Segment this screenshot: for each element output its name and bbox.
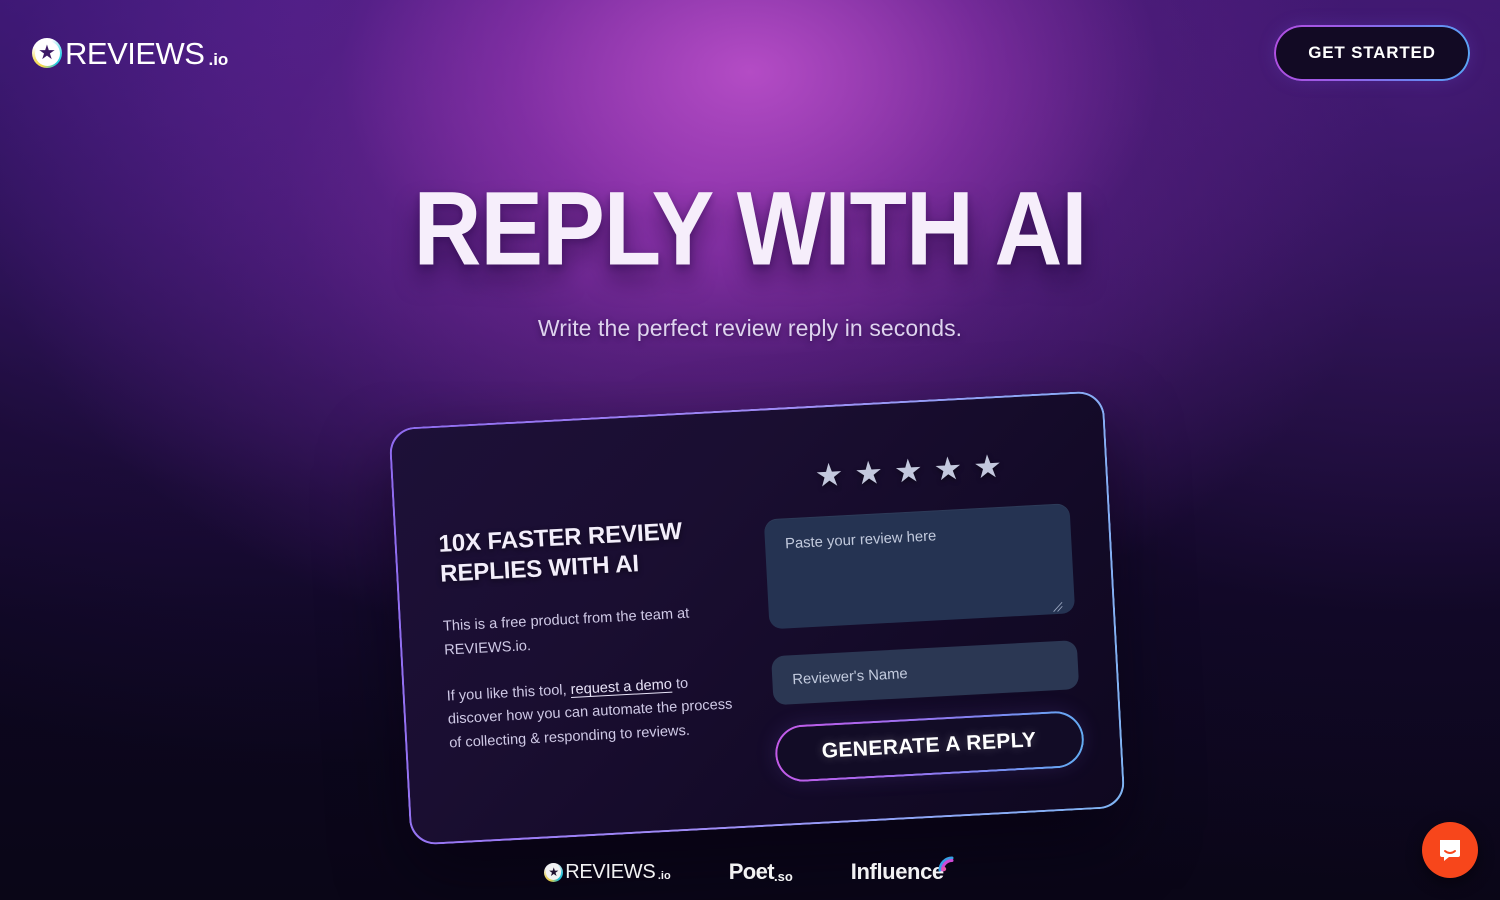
footer-influence-logo[interactable]: Influence [850, 856, 956, 884]
chat-launcher-button[interactable] [1422, 822, 1478, 878]
footer-logo-tld: .io [657, 870, 671, 882]
card-content: 10X FASTER REVIEW REPLIES WITH AI This i… [388, 390, 1125, 846]
review-textarea-wrapper [763, 503, 1076, 634]
star-icon[interactable]: ★ [853, 454, 884, 491]
star-icon[interactable]: ★ [972, 448, 1003, 485]
footer-logo-word: REVIEWS [565, 861, 656, 883]
intercom-chat-icon [1440, 840, 1460, 861]
page-title: REPLY WITH AI [413, 169, 1088, 287]
card-right-column: ★ ★ ★ ★ ★ GENERATE A REPLY [742, 426, 1090, 797]
footer-logo-tld: .so [773, 868, 793, 884]
reviewer-name-input[interactable] [771, 640, 1080, 706]
reviews-io-logo[interactable]: ★ REVIEWS .io [32, 38, 228, 69]
star-icon: ★ [38, 41, 56, 64]
page-subtitle: Write the perfect review reply in second… [537, 315, 963, 341]
card-paragraph-one: This is a free product from the team at … [442, 606, 690, 659]
reply-tool-card: 10X FASTER REVIEW REPLIES WITH AI This i… [388, 390, 1126, 846]
star-badge-icon: ★ [544, 862, 564, 882]
page-root: ★ REVIEWS .io GET STARTED REPLY WITH AI … [0, 0, 1500, 900]
request-a-demo-link[interactable]: request a demo [570, 676, 672, 697]
hero-section: REPLY WITH AI Write the perfect review r… [0, 169, 1500, 342]
card-left-column: 10X FASTER REVIEW REPLIES WITH AI This i… [434, 444, 744, 813]
get-started-button[interactable]: GET STARTED [1276, 27, 1468, 79]
footer-logo-word: Poet [728, 859, 775, 884]
generate-reply-button[interactable]: GENERATE A REPLY [774, 710, 1084, 782]
star-icon[interactable]: ★ [933, 450, 964, 487]
generate-reply-label: GENERATE A REPLY [821, 728, 1037, 763]
get-started-label: GET STARTED [1308, 43, 1436, 62]
influence-swoosh-icon [936, 854, 956, 874]
logo-wordmark: REVIEWS [65, 35, 205, 71]
star-rating[interactable]: ★ ★ ★ ★ ★ [761, 446, 1068, 494]
star-icon: ★ [548, 864, 560, 879]
star-icon[interactable]: ★ [893, 452, 924, 489]
partner-logo-strip: ★ REVIEWS .io Poet .so Influence [0, 850, 1500, 894]
card-paragraph-two: If you like this tool, request a demo to… [446, 670, 741, 756]
star-icon[interactable]: ★ [814, 456, 845, 493]
footer-poet-so-logo[interactable]: Poet .so [728, 859, 793, 884]
paragraph-two-prefix: If you like this tool, [446, 681, 572, 705]
review-input[interactable] [763, 503, 1076, 630]
site-header: ★ REVIEWS .io GET STARTED [0, 0, 1500, 106]
footer-logo-word: Influence [850, 859, 944, 884]
logo-tld: .io [208, 49, 229, 69]
card-heading: 10X FASTER REVIEW REPLIES WITH AI [437, 517, 683, 589]
footer-reviews-io-logo[interactable]: ★ REVIEWS .io [544, 861, 671, 883]
card-surface: 10X FASTER REVIEW REPLIES WITH AI This i… [388, 390, 1126, 846]
star-badge-icon: ★ [32, 38, 62, 68]
